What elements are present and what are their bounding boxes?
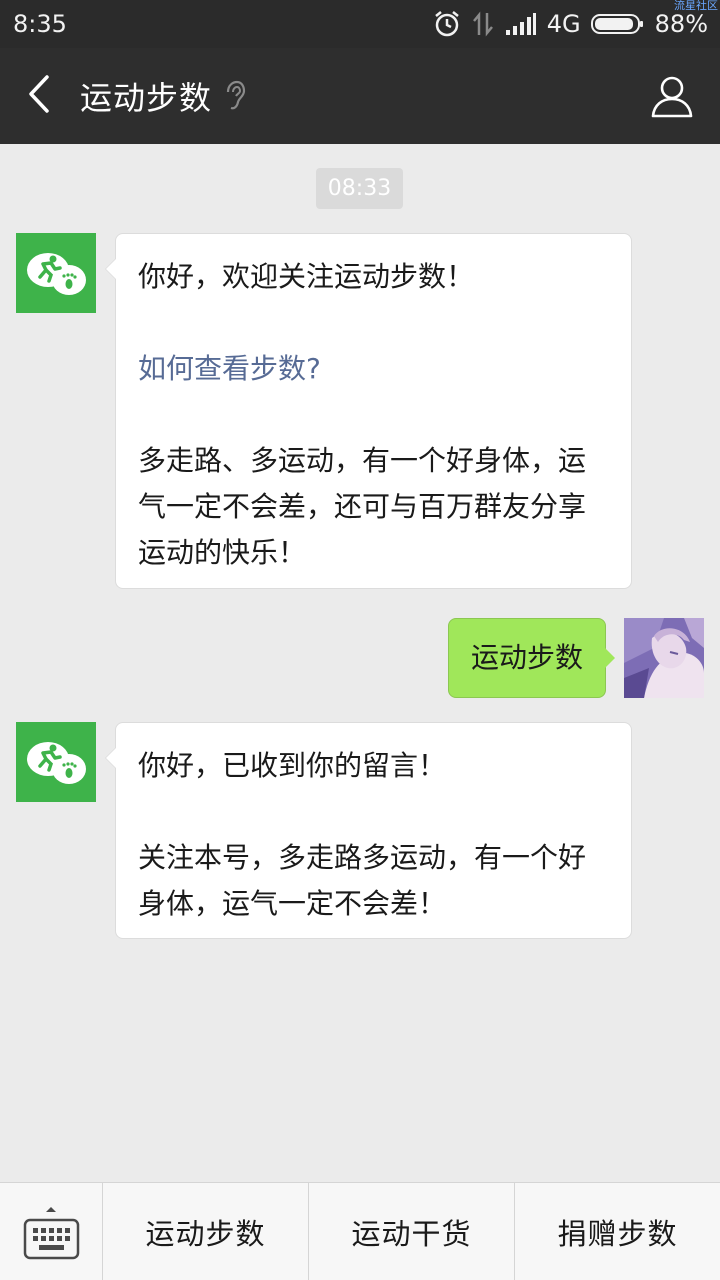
running-footprint-icon xyxy=(27,253,86,295)
battery-level: 88% xyxy=(654,10,708,38)
keyboard-icon xyxy=(23,1207,80,1260)
data-transfer-icon xyxy=(471,11,495,37)
ear-icon xyxy=(224,80,246,112)
menu-item-donate[interactable]: 捐赠步数 xyxy=(515,1183,720,1280)
incoming-message-bubble[interactable]: 你好，已收到你的留言！ 关注本号，多走路多运动，有一个好身体，运气一定不会差！ xyxy=(105,722,632,939)
person-icon xyxy=(650,76,694,122)
message-timestamp: 08:33 xyxy=(316,168,403,209)
running-footprint-icon xyxy=(27,742,86,784)
keyboard-toggle-button[interactable] xyxy=(0,1183,103,1280)
bot-avatar[interactable] xyxy=(16,233,96,313)
message-text: 运动步数 xyxy=(470,641,583,674)
chat-area[interactable]: 08:33 你好，欢迎关注运动步数！ 如何查看步数? 多走路、多运动，有一个好身… xyxy=(0,144,720,1182)
bottom-menu: 运动步数 运动干货 捐赠步数 xyxy=(0,1182,720,1280)
message-link[interactable]: 如何查看步数? xyxy=(138,346,609,392)
status-icons: 4G 88% xyxy=(433,10,708,38)
message-text: 多走路、多运动，有一个好身体，运气一定不会差，还可与百万群友分享运动的快乐！ xyxy=(138,444,587,569)
message-text: 你好，欢迎关注运动步数！ xyxy=(138,260,475,293)
signal-icon xyxy=(505,12,537,36)
watermark: 流星社区 xyxy=(674,0,718,12)
incoming-message-bubble[interactable]: 你好，欢迎关注运动步数！ 如何查看步数? 多走路、多运动，有一个好身体，运气一定… xyxy=(105,233,632,589)
outgoing-message-bubble[interactable]: 运动步数 xyxy=(447,618,616,698)
message-text: 你好，已收到你的留言！ xyxy=(138,749,447,782)
network-type: 4G xyxy=(546,10,581,38)
chevron-left-icon xyxy=(27,74,51,118)
user-avatar[interactable] xyxy=(624,618,704,698)
page-title: 运动步数 xyxy=(80,79,213,117)
title-bar: 运动步数 xyxy=(0,48,720,144)
menu-item-tips[interactable]: 运动干货 xyxy=(309,1183,515,1280)
anime-portrait-image xyxy=(624,618,704,698)
profile-button[interactable] xyxy=(650,74,694,118)
message-text: 关注本号，多走路多运动，有一个好身体，运气一定不会差！ xyxy=(138,841,587,920)
menu-item-steps[interactable]: 运动步数 xyxy=(103,1183,309,1280)
status-bar: 8:35 4G 88% 流星社区 xyxy=(0,0,720,48)
alarm-icon xyxy=(433,10,461,38)
back-button[interactable] xyxy=(4,48,74,144)
bot-avatar[interactable] xyxy=(16,722,96,802)
battery-icon xyxy=(590,12,645,36)
status-time: 8:35 xyxy=(13,10,67,38)
